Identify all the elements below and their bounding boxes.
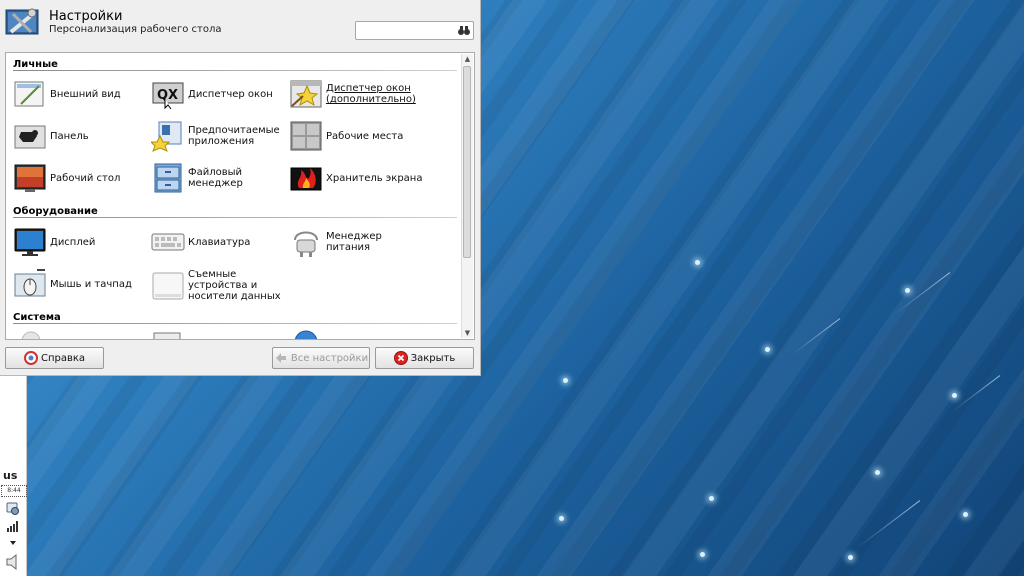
item-mouse-touchpad[interactable]: Мышь и тачпад (13, 267, 132, 301)
search-box[interactable] (355, 21, 474, 40)
screensaver-icon (290, 167, 322, 191)
category-system: Система (13, 312, 61, 323)
category-divider (13, 217, 457, 218)
wallpaper-sparkle (695, 260, 700, 265)
item-screensaver[interactable]: Хранитель экрана (289, 161, 422, 195)
window-subtitle: Персонализация рабочего стола (49, 24, 222, 35)
item-file-manager[interactable]: Файловый менеджер (151, 161, 243, 195)
item-label: Съемные устройства и носители данных (188, 268, 281, 302)
item-panel[interactable]: Панель (13, 119, 89, 153)
signal-strength-icon[interactable] (6, 519, 20, 533)
wallpaper-sparkle (848, 555, 853, 560)
wallpaper-sparkle (963, 512, 968, 517)
search-input[interactable] (358, 23, 457, 40)
svg-text:QX: QX (157, 88, 178, 103)
item-removable-drives[interactable]: Съемные устройства и носители данных (151, 267, 281, 303)
item-label: Клавиатура (188, 236, 251, 248)
wallpaper-sparkle (709, 496, 714, 501)
wallpaper-sparkle (765, 347, 770, 352)
item-label: Файловый менеджер (188, 167, 243, 189)
item-display[interactable]: Дисплей (13, 225, 95, 259)
category-hardware: Оборудование (13, 206, 98, 217)
category-divider (13, 70, 457, 71)
preferred-apps-icon (151, 121, 182, 152)
item-label: Диспетчер окон (дополнительно) (326, 83, 416, 105)
item-label: Хранитель экрана (326, 172, 423, 184)
power-manager-icon (294, 231, 318, 257)
wallpaper-sparkle (563, 378, 568, 383)
system-item-partial-icon (21, 331, 41, 339)
item-window-manager-tweaks[interactable]: Диспетчер окон (дополнительно) (289, 77, 416, 111)
item-workspaces[interactable]: Рабочие места (289, 119, 403, 153)
volume-icon[interactable] (6, 553, 20, 571)
system-item-partial-icon (153, 332, 181, 339)
binoculars-icon[interactable] (458, 25, 470, 36)
help-button-label: Справка (40, 352, 86, 364)
item-label: Панель (50, 130, 89, 142)
panel-clock[interactable]: 8:44 (1, 485, 27, 497)
system-item-partial-icon (294, 330, 318, 339)
scroll-up-arrow[interactable]: ▲ (462, 54, 473, 64)
item-window-manager[interactable]: QX Диспетчер окон (151, 77, 273, 111)
removable-drives-icon (152, 272, 184, 300)
network-icon[interactable] (6, 501, 20, 515)
file-manager-icon (154, 163, 182, 193)
settings-header-icon (5, 8, 39, 35)
panel-icon (14, 125, 46, 149)
close-button-label: Закрыть (410, 352, 456, 364)
wallpaper-sparkle (559, 516, 564, 521)
keyboard-layout-indicator[interactable]: us (3, 469, 17, 482)
all-settings-button-label: Все настройки (290, 352, 369, 364)
back-arrow-icon (275, 353, 286, 363)
close-icon (393, 351, 408, 365)
item-label: Диспетчер окон (188, 88, 273, 100)
scroll-down-arrow[interactable]: ▼ (462, 328, 473, 338)
category-personal: Личные (13, 59, 58, 70)
settings-list: Личные Внешний вид QX Диспетчер окон Дис… (5, 52, 475, 340)
item-label: Рабочие места (326, 130, 404, 142)
item-label: Менеджер питания (326, 231, 382, 253)
wallpaper-sparkle (952, 393, 957, 398)
item-desktop[interactable]: Рабочий стол (13, 161, 120, 195)
all-settings-button[interactable]: Все настройки (272, 347, 370, 369)
help-button[interactable]: Справка (5, 347, 104, 369)
desktop-icon (14, 164, 46, 192)
settings-window: Настройки Персонализация рабочего стола … (0, 0, 481, 376)
item-label: Предпочитаемые приложения (188, 125, 280, 147)
wallpaper-sparkle (875, 470, 880, 475)
chevron-down-icon[interactable] (6, 536, 20, 550)
window-manager-icon: QX (152, 82, 184, 110)
item-label: Внешний вид (50, 88, 121, 100)
item-preferred-apps[interactable]: Предпочитаемые приложения (151, 119, 280, 153)
item-label: Рабочий стол (50, 172, 121, 184)
side-panel: us 8:44 (0, 375, 27, 576)
window-title: Настройки (49, 9, 123, 24)
wallpaper-sparkle (905, 288, 910, 293)
category-divider (13, 323, 457, 324)
wallpaper-sparkle (700, 552, 705, 557)
mouse-touchpad-icon (14, 269, 46, 297)
scroll-thumb[interactable] (463, 66, 471, 258)
close-button[interactable]: Закрыть (375, 347, 474, 369)
display-icon (14, 228, 46, 256)
workspaces-icon (290, 121, 322, 151)
window-manager-tweaks-icon (290, 80, 322, 108)
item-label: Дисплей (50, 236, 96, 248)
scrollbar[interactable]: ▲ ▼ (461, 54, 473, 338)
item-power-manager[interactable]: Менеджер питания (289, 225, 382, 259)
item-keyboard[interactable]: Клавиатура (151, 225, 250, 259)
help-icon (23, 351, 38, 365)
appearance-icon (14, 81, 44, 107)
item-label: Мышь и тачпад (50, 278, 132, 290)
item-appearance[interactable]: Внешний вид (13, 77, 121, 111)
keyboard-icon (151, 233, 185, 251)
